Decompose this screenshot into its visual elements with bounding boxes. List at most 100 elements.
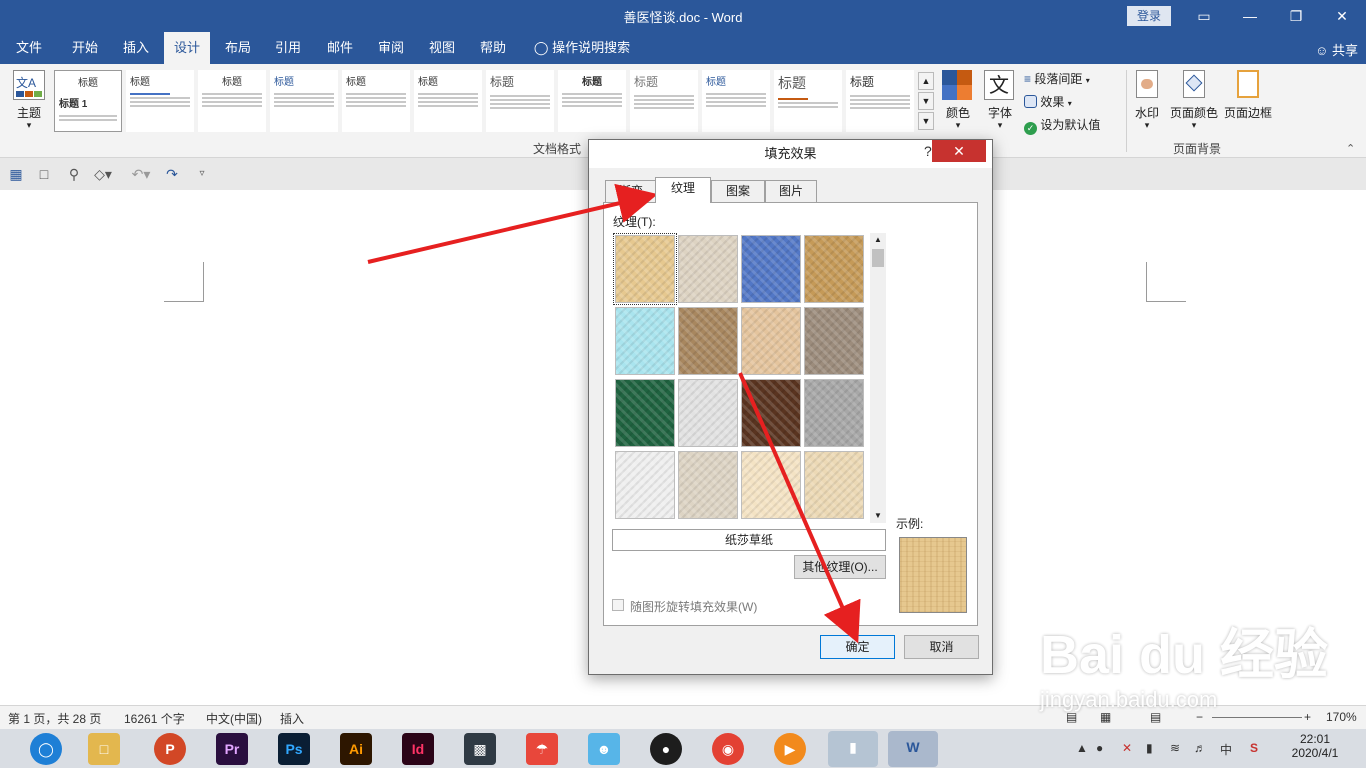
texture-swatch[interactable] (741, 307, 801, 375)
texture-swatch[interactable] (804, 235, 864, 303)
texture-swatch[interactable] (741, 379, 801, 447)
gallery-more[interactable]: ▼ (918, 112, 934, 130)
login-button[interactable]: 登录 (1127, 6, 1171, 26)
style-set-thumb[interactable]: 标题 (702, 70, 770, 132)
tab-home[interactable]: 开始 (62, 32, 108, 64)
themes-button[interactable]: 文A 主题 ▾ (10, 70, 48, 136)
rotate-checkbox[interactable] (612, 599, 624, 611)
texture-swatch[interactable] (678, 307, 738, 375)
file-explorer-icon[interactable]: □ (88, 733, 120, 765)
texture-swatch[interactable] (678, 235, 738, 303)
network-tray-icon[interactable]: ✕ (1122, 741, 1132, 755)
style-set-thumb[interactable]: 标题 (774, 70, 842, 132)
texture-scrollbar[interactable]: ▲ ▼ (870, 233, 886, 523)
minimize-button[interactable]: — (1227, 0, 1273, 32)
dialog-close-button[interactable]: ✕ (932, 140, 986, 162)
new-document-icon[interactable]: □ (36, 166, 52, 182)
wifi-tray-icon[interactable]: ≋ (1170, 741, 1180, 755)
colors-button[interactable]: 颜色 ▾ (940, 70, 976, 136)
tab-insert[interactable]: 插入 (114, 32, 158, 64)
tab-picture[interactable]: 图片 (765, 180, 817, 202)
texture-swatch[interactable] (804, 451, 864, 519)
premiere-icon[interactable]: Pr (216, 733, 248, 765)
cat-app-icon[interactable]: ☻ (588, 733, 620, 765)
gallery-scroll-up[interactable]: ▲ (918, 72, 934, 90)
undo-icon[interactable]: ↶▾ (128, 166, 154, 182)
page-count[interactable]: 第 1 页，共 28 页 (8, 710, 101, 727)
texture-name-field[interactable]: 纸莎草纸 (612, 529, 886, 551)
tab-review[interactable]: 审阅 (369, 32, 413, 64)
effects-button[interactable]: 效果 ▾ (1024, 93, 1108, 111)
ime-indicator[interactable]: 中 (1220, 741, 1232, 758)
powerpoint-icon[interactable]: P (154, 733, 186, 765)
media-player-icon[interactable]: ▶ (774, 733, 806, 765)
tray-expand-icon[interactable]: ▲ (1076, 741, 1088, 755)
tab-design[interactable]: 设计 (164, 32, 210, 64)
texture-swatch[interactable] (678, 451, 738, 519)
texture-swatch[interactable] (615, 307, 675, 375)
photoshop-icon[interactable]: Ps (278, 733, 310, 765)
qq-tray-icon[interactable]: ● (1096, 741, 1103, 755)
word-count[interactable]: 16261 个字 (124, 710, 185, 727)
style-set-thumb[interactable]: 标题 (414, 70, 482, 132)
video-editor-icon[interactable]: ▩ (464, 733, 496, 765)
indesign-icon[interactable]: Id (402, 733, 434, 765)
style-set-thumb[interactable]: 标题 (558, 70, 626, 132)
tab-layout[interactable]: 布局 (216, 32, 260, 64)
cancel-button[interactable]: 取消 (904, 635, 979, 659)
chrome-icon[interactable]: ◉ (712, 733, 744, 765)
help-button[interactable]: ? (924, 143, 932, 159)
redo-icon[interactable]: ↷ (164, 166, 180, 182)
style-set-thumb[interactable]: 标题 标题 1 (54, 70, 122, 132)
tab-references[interactable]: 引用 (266, 32, 310, 64)
tab-file[interactable]: 文件 (8, 32, 50, 64)
set-as-default-button[interactable]: ✓ 设为默认值 (1024, 116, 1124, 135)
tab-mailings[interactable]: 邮件 (318, 32, 362, 64)
texture-swatch[interactable] (613, 233, 677, 305)
volume-tray-icon[interactable]: ♬ (1194, 741, 1206, 755)
close-window-button[interactable]: ✕ (1319, 0, 1365, 32)
ribbon-display-options-button[interactable]: ▭ (1181, 0, 1227, 32)
fonts-button[interactable]: 文 字体 ▾ (982, 70, 1018, 136)
texture-swatch[interactable] (741, 451, 801, 519)
tab-pattern[interactable]: 图案 (711, 180, 765, 202)
print-preview-icon[interactable]: ⚲ (66, 166, 82, 182)
sogou-ime-icon[interactable]: S (1250, 741, 1258, 755)
other-texture-button[interactable]: 其他纹理(O)... (794, 555, 886, 579)
paragraph-spacing-button[interactable]: ≡ 段落间距 ▾ (1024, 70, 1108, 88)
customize-qat-icon[interactable]: ▿ (194, 166, 210, 182)
style-set-thumb[interactable]: 标题 (486, 70, 554, 132)
tell-me-search[interactable]: ◯ 操作说明搜索 (530, 32, 634, 64)
style-set-thumb[interactable]: 标题 (126, 70, 194, 132)
texture-swatch[interactable] (615, 451, 675, 519)
page-color-button[interactable]: 页面颜色 ▾ (1168, 70, 1220, 136)
illustrator-icon[interactable]: Ai (340, 733, 372, 765)
collapse-ribbon-icon[interactable]: ⌃ (1346, 142, 1355, 155)
clock[interactable]: 22:01 2020/4/1 (1290, 732, 1340, 760)
texture-swatch[interactable] (678, 379, 738, 447)
shapes-icon[interactable]: ◇▾ (90, 166, 116, 182)
battery-tray-icon[interactable]: ▮ (1146, 741, 1153, 755)
tab-gradient[interactable]: 渐变 (605, 180, 657, 202)
texture-swatch[interactable] (615, 379, 675, 447)
pinned-app-icon[interactable]: ▮ (828, 731, 878, 767)
style-set-thumb[interactable]: 标题 (630, 70, 698, 132)
texture-swatch[interactable] (804, 379, 864, 447)
save-icon[interactable]: ▦ (8, 166, 24, 182)
gallery-scroll-down[interactable]: ▼ (918, 92, 934, 110)
restore-button[interactable]: ❐ (1273, 0, 1319, 32)
page-borders-button[interactable]: 页面边框 (1222, 70, 1274, 136)
ok-button[interactable]: 确定 (820, 635, 895, 659)
watermark-button[interactable]: 水印 ▾ (1130, 70, 1164, 136)
style-set-thumb[interactable]: 标题 (198, 70, 266, 132)
style-set-thumb[interactable]: 标题 (270, 70, 338, 132)
style-set-thumb[interactable]: 标题 (342, 70, 410, 132)
umbrella-app-icon[interactable]: ☂ (526, 733, 558, 765)
insert-mode[interactable]: 插入 (280, 710, 304, 727)
browser-taskbar-icon[interactable]: ◯ (30, 733, 62, 765)
word-taskbar-icon[interactable]: W (888, 731, 938, 767)
tab-view[interactable]: 视图 (420, 32, 464, 64)
style-set-thumb[interactable]: 标题 (846, 70, 914, 132)
texture-swatch[interactable] (804, 307, 864, 375)
texture-swatch[interactable] (741, 235, 801, 303)
